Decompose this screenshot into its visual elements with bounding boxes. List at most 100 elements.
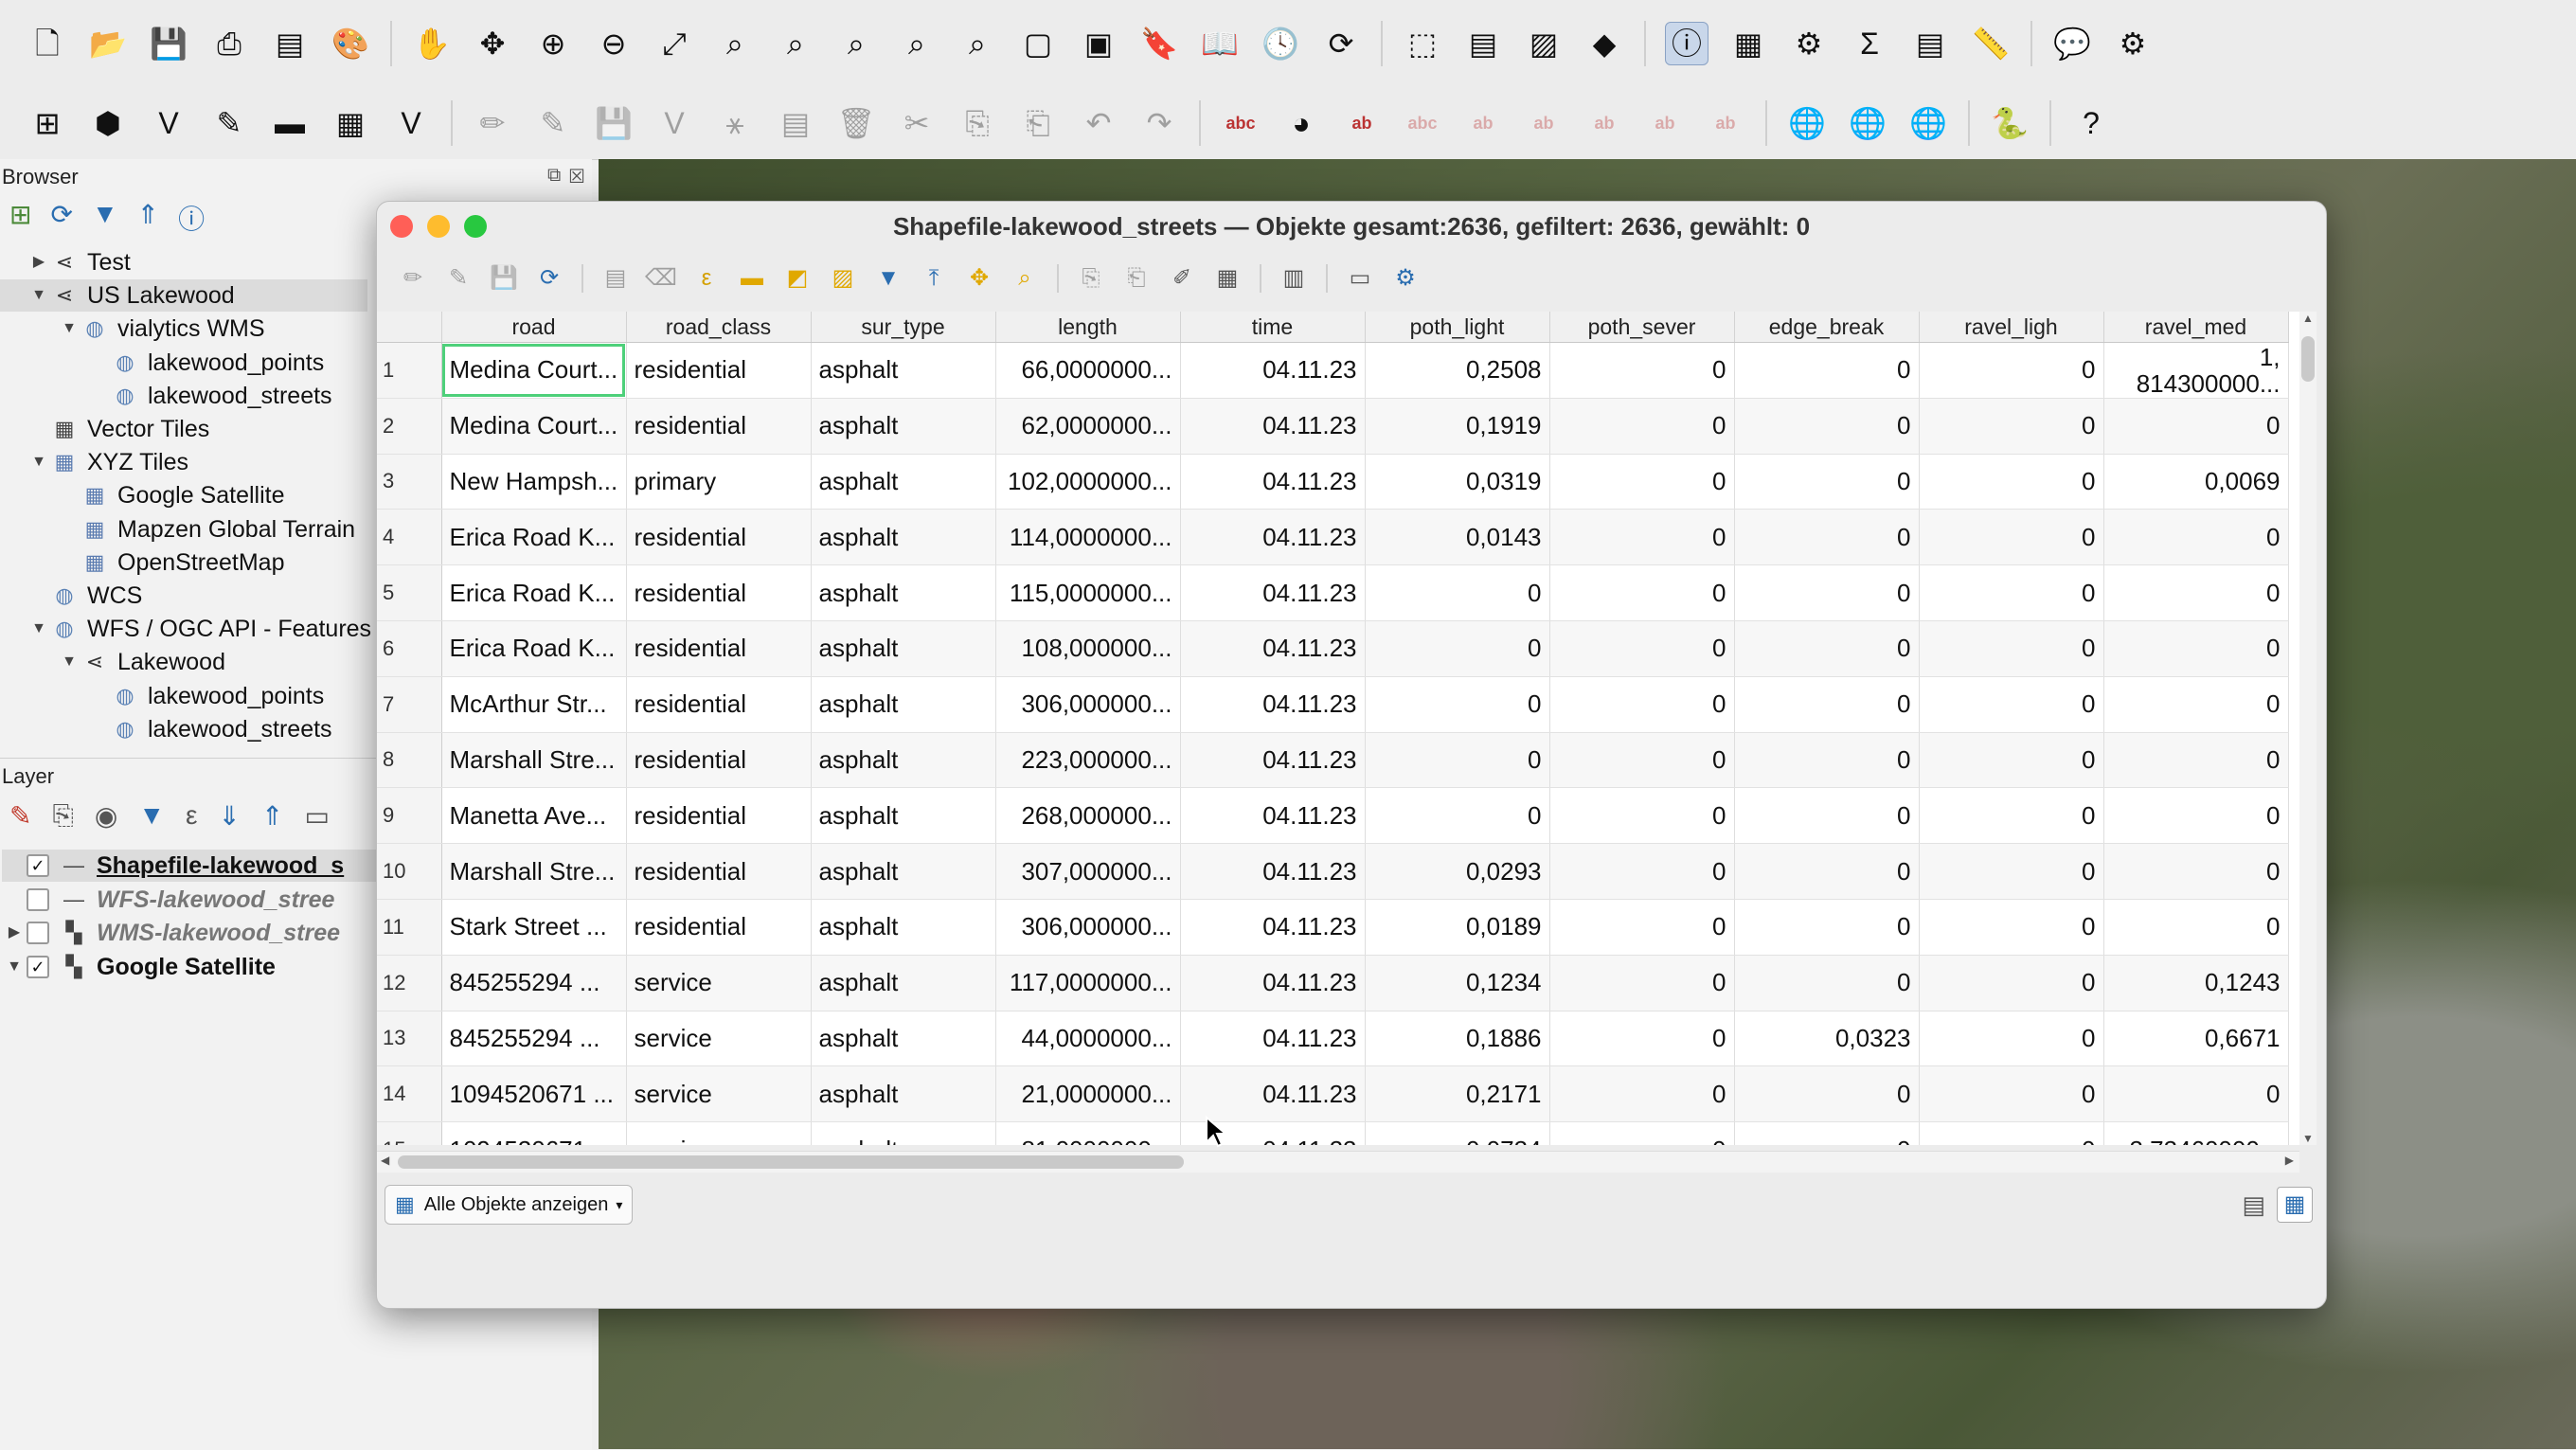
table-cell-ravel-med[interactable]: 0	[2103, 676, 2289, 733]
show-all-features-dropdown[interactable]: ▦ Alle Objekte anzeigen ▾	[385, 1185, 634, 1225]
browser-item[interactable]: ▼ ◍ WFS / OGC API - Features	[27, 613, 371, 645]
new-shapefile-icon[interactable]: V	[148, 102, 189, 144]
table-cell-poth-sever[interactable]: 0	[1549, 787, 1735, 845]
label-move-icon[interactable]: ab	[1523, 102, 1565, 144]
label-icon[interactable]: abc	[1220, 102, 1261, 144]
table-cell-poth-sever[interactable]: 0	[1549, 1121, 1735, 1145]
select-features-icon[interactable]: ⬚	[1402, 23, 1443, 64]
table-row[interactable]: 8 Marshall Stre... residential asphalt 223,0…	[377, 732, 2289, 789]
table-cell-poth-light[interactable]: 0,2508	[1365, 342, 1550, 399]
label-rotate-icon[interactable]: ab	[1583, 102, 1625, 144]
table-cell-road-class[interactable]: residential	[626, 899, 812, 956]
table-cell-sur-type[interactable]: asphalt	[811, 342, 996, 399]
table-cell-poth-light[interactable]: 0,0319	[1365, 454, 1550, 510]
table-cell-time[interactable]: 04.11.23	[1180, 1011, 1366, 1067]
table-cell-ravel-ligh[interactable]: 0	[1919, 454, 2104, 510]
pan-to-selection-icon[interactable]: ✥	[962, 261, 996, 295]
new-3d-view-icon[interactable]: ▣	[1078, 23, 1119, 64]
row-number[interactable]: 14	[377, 1065, 442, 1123]
pan-icon[interactable]: ✋	[411, 23, 453, 64]
new-map-view-icon[interactable]: ▢	[1017, 23, 1059, 64]
table-cell-ravel-ligh[interactable]: 0	[1919, 1011, 2104, 1067]
zoom-to-layer-icon[interactable]: ⌕	[775, 23, 816, 64]
table-cell-time[interactable]: 04.11.23	[1180, 454, 1366, 510]
style-manager-icon[interactable]: 🎨	[330, 23, 371, 64]
table-cell-poth-sever[interactable]: 0	[1549, 1065, 1735, 1123]
row-number[interactable]: 3	[377, 454, 442, 510]
layout-manager-icon[interactable]: ▤	[269, 23, 311, 64]
table-cell-ravel-ligh[interactable]: 0	[1919, 398, 2104, 455]
style-layer-icon[interactable]: ✎	[9, 800, 31, 832]
table-row[interactable]: 7 McArthur Str... residential asphalt 306,00…	[377, 676, 2289, 733]
table-row[interactable]: 2 Medina Court... residential asphalt 62,000…	[377, 398, 2289, 455]
label-props-icon[interactable]: ab	[1705, 102, 1746, 144]
table-cell-poth-sever[interactable]: 0	[1549, 676, 1735, 733]
expanded-arrow-icon[interactable]: ▼	[27, 446, 51, 478]
table-cell-length[interactable]: 117,0000000...	[995, 955, 1181, 1011]
table-row[interactable]: 9 Manetta Ave... residential asphalt 268,000…	[377, 787, 2289, 845]
corner-header[interactable]	[377, 312, 442, 343]
table-cell-sur-type[interactable]: asphalt	[811, 1011, 996, 1067]
table-cell-time[interactable]: 04.11.23	[1180, 676, 1366, 733]
table-cell-road-class[interactable]: residential	[626, 787, 812, 845]
table-cell-ravel-med[interactable]: 0	[2103, 732, 2289, 789]
table-cell-ravel-ligh[interactable]: 0	[1919, 787, 2104, 845]
table-cell-sur-type[interactable]: asphalt	[811, 676, 996, 733]
table-cell-length[interactable]: 108,000000...	[995, 620, 1181, 677]
table-cell-length[interactable]: 81,0000000...	[995, 1121, 1181, 1145]
python-icon[interactable]: 🐍	[1989, 102, 2030, 144]
refresh-icon[interactable]: ⟳	[1320, 23, 1362, 64]
table-cell-poth-light[interactable]: 0,0189	[1365, 899, 1550, 956]
panel-float-icon[interactable]: ⧉	[547, 165, 561, 187]
table-cell-length[interactable]: 268,000000...	[995, 787, 1181, 845]
paste-rows-icon[interactable]: ⎗	[1119, 261, 1154, 295]
column-header[interactable]: ravel_med	[2103, 312, 2289, 343]
table-row[interactable]: 14 1094520671 ... service asphalt 21,0000000…	[377, 1065, 2289, 1123]
deselect-all-icon[interactable]: ▨	[826, 261, 860, 295]
table-cell-road[interactable]: Marshall Stre...	[441, 732, 627, 789]
table-cell-edge-break[interactable]: 0	[1734, 564, 1920, 621]
invert-selection-icon[interactable]: ◩	[780, 261, 814, 295]
column-header[interactable]: poth_light	[1365, 312, 1550, 343]
row-number[interactable]: 5	[377, 564, 442, 621]
filter-expression-icon[interactable]: ε	[186, 800, 197, 832]
label-highlight-icon[interactable]: ab	[1341, 102, 1383, 144]
browser-item[interactable]: ▦ Vector Tiles	[27, 413, 210, 445]
row-number[interactable]: 2	[377, 398, 442, 455]
table-cell-sur-type[interactable]: asphalt	[811, 732, 996, 789]
table-cell-poth-light[interactable]: 0,2171	[1365, 1065, 1550, 1123]
horizontal-scroll-thumb[interactable]	[398, 1155, 1184, 1169]
table-cell-poth-light[interactable]: 0,0143	[1365, 509, 1550, 566]
scroll-right-icon[interactable]: ▶	[2285, 1154, 2294, 1167]
move-selection-top-icon[interactable]: ⤒	[917, 261, 951, 295]
close-window-icon[interactable]	[390, 215, 413, 238]
column-header[interactable]: road_class	[626, 312, 812, 343]
scroll-up-icon[interactable]: ▲	[2302, 312, 2314, 325]
table-cell-ravel-med[interactable]: 0	[2103, 509, 2289, 566]
field-calculator-icon[interactable]: ▦	[1210, 261, 1244, 295]
row-number[interactable]: 13	[377, 1011, 442, 1067]
dock-table-icon[interactable]: ▭	[1343, 261, 1377, 295]
column-header[interactable]: poth_sever	[1549, 312, 1735, 343]
collapse-all-icon[interactable]: ⇑	[261, 800, 283, 832]
copy-rows-icon[interactable]: ⎘	[1074, 261, 1108, 295]
table-cell-ravel-ligh[interactable]: 0	[1919, 899, 2104, 956]
table-cell-road-class[interactable]: residential	[626, 620, 812, 677]
table-cell-length[interactable]: 44,0000000...	[995, 1011, 1181, 1067]
table-cell-road[interactable]: New Hampsh...	[441, 454, 627, 510]
table-cell-road[interactable]: Manetta Ave...	[441, 787, 627, 845]
table-cell-poth-light[interactable]: 0	[1365, 787, 1550, 845]
table-cell-sur-type[interactable]: asphalt	[811, 564, 996, 621]
row-number[interactable]: 8	[377, 732, 442, 789]
table-cell-time[interactable]: 04.11.23	[1180, 509, 1366, 566]
table-cell-edge-break[interactable]: 0	[1734, 1121, 1920, 1145]
table-cell-length[interactable]: 62,0000000...	[995, 398, 1181, 455]
form-view-icon[interactable]: ▤	[2242, 1190, 2265, 1220]
save-edits-icon[interactable]: 💾	[487, 261, 521, 295]
browser-item[interactable]: ▦ Google Satellite	[57, 479, 285, 511]
table-cell-ravel-med[interactable]: 0	[2103, 564, 2289, 621]
minimize-window-icon[interactable]	[427, 215, 450, 238]
browser-item[interactable]: ▦ Mapzen Global Terrain	[57, 513, 355, 546]
table-cell-road-class[interactable]: residential	[626, 843, 812, 900]
table-cell-road-class[interactable]: service	[626, 1121, 812, 1145]
